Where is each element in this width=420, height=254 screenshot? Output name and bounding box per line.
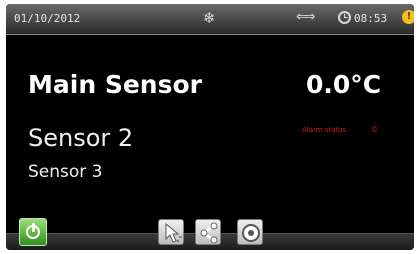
share-button[interactable] xyxy=(195,219,221,245)
settings-icon xyxy=(242,224,260,242)
share-icon xyxy=(200,222,218,244)
power-button[interactable] xyxy=(19,218,47,246)
alarm-status-label: Alarm status xyxy=(302,126,347,134)
main-sensor-label: Main Sensor xyxy=(28,70,202,99)
sensor-3-label[interactable]: Sensor 3 xyxy=(28,162,103,182)
settings-button[interactable] xyxy=(237,219,263,245)
device-screen: 01/10/2012 ❄ ⇐⇒ 08:53 ! Main Sensor 0.0°… xyxy=(6,4,414,250)
snowflake-icon: ❄ xyxy=(203,9,216,27)
date-readout: 01/10/2012 xyxy=(14,12,81,25)
status-bar: 01/10/2012 ❄ ⇐⇒ 08:53 ! xyxy=(6,4,414,35)
clock-icon xyxy=(338,11,351,24)
warning-icon[interactable]: ! xyxy=(402,10,414,24)
arrows-icon: ⇐⇒ xyxy=(296,9,316,25)
time-readout: 08:53 xyxy=(354,12,388,25)
pointer-icon xyxy=(165,222,182,243)
sensor-2-label[interactable]: Sensor 2 xyxy=(28,124,133,152)
pointer-button[interactable] xyxy=(158,219,184,245)
main-sensor-temperature: 0.0°C xyxy=(306,70,382,99)
alarm-status-value: 0 xyxy=(372,125,378,134)
